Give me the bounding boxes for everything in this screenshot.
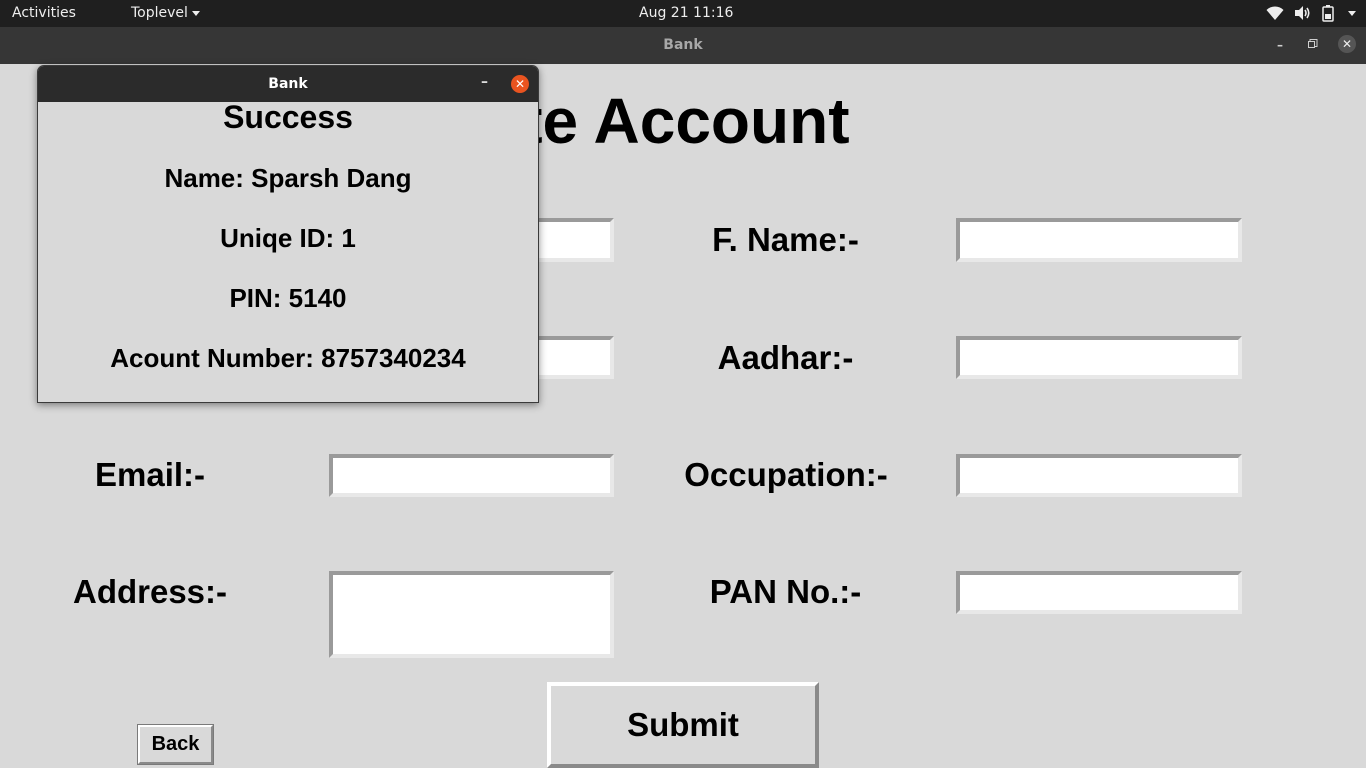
pan-label: PAN No.:- bbox=[709, 573, 862, 610]
pan-field[interactable] bbox=[956, 571, 1242, 614]
wifi-icon bbox=[1266, 6, 1284, 20]
email-label: Email:- bbox=[94, 456, 206, 493]
clock[interactable]: Aug 21 11:16 bbox=[639, 5, 733, 21]
back-button[interactable]: Back bbox=[137, 724, 214, 765]
occupation-field[interactable] bbox=[956, 454, 1242, 497]
dialog-name: Name: Sparsh Dang bbox=[164, 163, 412, 193]
maximize-icon[interactable] bbox=[1304, 36, 1322, 54]
window-title: Bank bbox=[663, 37, 703, 53]
aadhar-field[interactable] bbox=[956, 336, 1242, 379]
occupation-label: Occupation:- bbox=[684, 456, 888, 493]
dialog-account-number: Acount Number: 8757340234 bbox=[110, 343, 466, 373]
email-field[interactable] bbox=[329, 454, 614, 497]
fname-field[interactable] bbox=[956, 218, 1242, 262]
success-dialog: Bank – ✕ Success Name: Sparsh Dang Uniqe… bbox=[37, 65, 539, 403]
dialog-heading: Success bbox=[223, 99, 353, 135]
dialog-unique-id: Uniqe ID: 1 bbox=[220, 223, 356, 253]
aadhar-label: Aadhar:- bbox=[717, 339, 854, 376]
address-field[interactable] bbox=[329, 571, 614, 658]
fname-label: F. Name:- bbox=[712, 221, 859, 258]
dialog-pin: PIN: 5140 bbox=[229, 283, 347, 313]
activities-button[interactable]: Activities bbox=[12, 5, 76, 21]
volume-icon bbox=[1295, 6, 1310, 20]
main-window-titlebar[interactable]: Bank – ✕ bbox=[0, 27, 1366, 64]
chevron-down-icon bbox=[1348, 10, 1356, 16]
close-icon[interactable]: ✕ bbox=[1338, 35, 1356, 53]
submit-button[interactable]: Submit bbox=[547, 682, 819, 768]
gnome-top-bar: Activities Toplevel Aug 21 11:16 bbox=[0, 0, 1366, 27]
dialog-title: Bank bbox=[268, 76, 308, 92]
app-menu[interactable]: Toplevel bbox=[131, 5, 200, 21]
minimize-icon[interactable]: – bbox=[1271, 36, 1289, 54]
address-label: Address:- bbox=[72, 573, 228, 610]
system-menu[interactable] bbox=[1266, 4, 1356, 22]
app-menu-label: Toplevel bbox=[131, 5, 188, 21]
close-icon[interactable]: ✕ bbox=[511, 75, 529, 93]
minimize-icon[interactable]: – bbox=[481, 74, 488, 90]
chevron-down-icon bbox=[191, 10, 200, 16]
dialog-titlebar[interactable]: Bank – ✕ bbox=[38, 66, 538, 102]
battery-icon bbox=[1322, 4, 1334, 22]
